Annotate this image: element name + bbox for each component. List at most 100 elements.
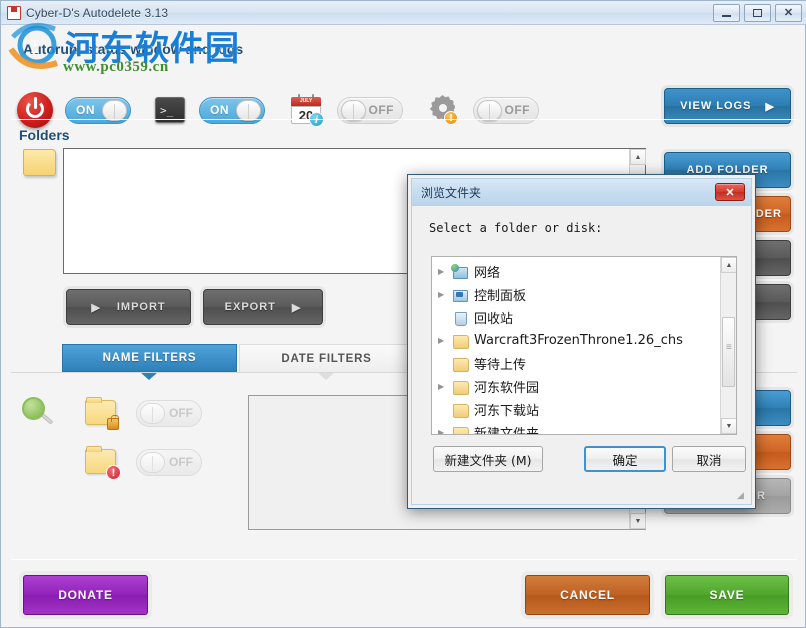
toggle-knob: [102, 100, 127, 121]
save-button[interactable]: SAVE: [665, 575, 789, 615]
dialog-title: 浏览文件夹: [421, 184, 481, 201]
folder-alert-icon: !: [85, 449, 116, 474]
gear-icon: !: [429, 95, 459, 125]
chevron-right-icon: ▶: [91, 301, 100, 314]
window-controls: ✕: [713, 4, 802, 22]
tree-item[interactable]: 回收站: [432, 306, 719, 329]
autorun-toggle-power-label: ON: [76, 103, 95, 117]
tree-item[interactable]: ▶ 网络: [432, 260, 719, 283]
scrollbar-thumb[interactable]: [722, 317, 735, 387]
divider-footer: [11, 559, 797, 560]
divider-autorun: [11, 119, 797, 120]
export-label: EXPORT: [225, 301, 276, 313]
chevron-right-icon[interactable]: ▶: [438, 428, 451, 435]
chevron-right-icon: ▶: [292, 301, 301, 314]
toggle-knob: [140, 452, 165, 473]
close-button[interactable]: ✕: [775, 4, 802, 22]
tree-item[interactable]: ▶ 控制面板: [432, 283, 719, 306]
dialog-ok-button[interactable]: 确定: [584, 446, 666, 472]
tab-name-filters[interactable]: NAME FILTERS: [62, 344, 237, 372]
scroll-down-icon[interactable]: ▼: [721, 418, 737, 434]
folder-icon: [451, 402, 469, 418]
autorun-toggle-schedule-label: OFF: [369, 103, 395, 117]
dialog-title-bar: 浏览文件夹 ✕: [412, 179, 751, 206]
folder-icon: [451, 333, 469, 349]
dialog-close-button[interactable]: ✕: [715, 183, 745, 201]
tab-date-filters-label: DATE FILTERS: [281, 353, 371, 365]
close-icon: ✕: [725, 186, 734, 199]
tree-item-label: Warcraft3FrozenThrone1.26_chs: [474, 333, 683, 348]
dialog-cancel-label: 取消: [696, 450, 721, 469]
autorun-section: Autorun, status window and logs ON >_: [1, 25, 806, 122]
save-disk-icon: [6, 5, 22, 21]
export-button[interactable]: EXPORT ▶: [203, 289, 323, 325]
chevron-right-icon[interactable]: ▶: [438, 267, 451, 276]
tab-date-filters[interactable]: DATE FILTERS: [239, 344, 414, 372]
folder-tree-rows: ▶ 网络 ▶ 控制面板 回收站: [432, 260, 719, 435]
scroll-down-icon[interactable]: ▼: [630, 513, 646, 529]
folder-icon: [23, 149, 56, 176]
control-panel-icon: [451, 287, 469, 303]
toggle-knob: [477, 100, 502, 121]
chevron-right-icon[interactable]: ▶: [438, 290, 451, 299]
scroll-up-icon[interactable]: ▲: [630, 149, 646, 165]
filter-exclude-toggle[interactable]: OFF: [136, 449, 202, 476]
magnifier-icon: [21, 397, 55, 429]
resize-grip-icon[interactable]: ◢: [737, 491, 747, 501]
tree-item-label: 新建文件夹: [474, 423, 539, 435]
tree-item[interactable]: 河东下载站: [432, 398, 719, 421]
tab-name-filters-caret: [140, 372, 158, 380]
tree-item-label: 河东软件园: [474, 377, 539, 396]
dialog-frame: 浏览文件夹 ✕ Select a folder or disk: ▶ 网络: [411, 178, 752, 505]
folder-tree[interactable]: ▶ 网络 ▶ 控制面板 回收站: [431, 256, 737, 435]
folder-lock-icon: [85, 400, 116, 425]
dialog-cancel-button[interactable]: 取消: [672, 446, 746, 472]
new-folder-button[interactable]: 新建文件夹 (M): [433, 446, 543, 472]
dialog-ok-label: 确定: [612, 450, 637, 469]
autorun-item-settings: ! OFF: [403, 95, 539, 125]
save-label: SAVE: [710, 588, 745, 602]
tree-item[interactable]: 等待上传: [432, 352, 719, 375]
tab-date-filters-caret: [317, 372, 335, 380]
network-icon: [451, 264, 469, 280]
chevron-right-icon: ▶: [765, 100, 774, 113]
scroll-up-icon[interactable]: ▲: [721, 257, 737, 273]
folders-section-title: Folders: [19, 127, 70, 143]
filter-exclude-toggle-label: OFF: [169, 455, 193, 469]
tree-item-label: 河东下载站: [474, 400, 539, 419]
tree-item[interactable]: ▶ 河东软件园: [432, 375, 719, 398]
tree-item-label: 回收站: [474, 308, 513, 327]
filter-include-toggle[interactable]: OFF: [136, 400, 202, 427]
calendar-month: JULY: [291, 97, 321, 106]
window-title: Cyber-D's Autodelete 3.13: [26, 6, 168, 20]
view-logs-label: VIEW LOGS: [680, 100, 751, 112]
tree-item[interactable]: ▶ 新建文件夹: [432, 421, 719, 435]
folder-icon: [451, 379, 469, 395]
dialog-prompt: Select a folder or disk:: [429, 221, 602, 235]
autorun-toggle-console-label: ON: [210, 103, 229, 117]
chevron-right-icon[interactable]: ▶: [438, 336, 451, 345]
new-folder-label: 新建文件夹 (M): [444, 450, 531, 469]
autorun-section-title: Autorun, status window and logs: [23, 41, 243, 57]
donate-button[interactable]: DONATE: [23, 575, 148, 615]
title-bar: Cyber-D's Autodelete 3.13 ✕: [1, 1, 806, 25]
tree-item-label: 网络: [474, 262, 500, 281]
donate-label: DONATE: [58, 588, 113, 602]
toggle-knob: [236, 100, 261, 121]
import-label: IMPORT: [117, 301, 166, 313]
tree-item[interactable]: ▶ Warcraft3FrozenThrone1.26_chs: [432, 329, 719, 352]
cancel-button[interactable]: CANCEL: [525, 575, 650, 615]
footer-bar: DONATE CANCEL SAVE: [1, 562, 806, 628]
import-button[interactable]: ▶ IMPORT: [66, 289, 191, 325]
folder-tree-scrollbar[interactable]: ▲ ▼: [720, 257, 736, 434]
chevron-right-icon[interactable]: ▶: [438, 382, 451, 391]
application-window: Cyber-D's Autodelete 3.13 ✕ 1 河东软件园 www.…: [0, 0, 806, 628]
folder-icon: [451, 356, 469, 372]
maximize-button[interactable]: [744, 4, 771, 22]
tree-item-label: 控制面板: [474, 285, 526, 304]
browse-folder-dialog: 浏览文件夹 ✕ Select a folder or disk: ▶ 网络: [407, 174, 756, 509]
folder-icon: [451, 425, 469, 436]
minimize-button[interactable]: [713, 4, 740, 22]
toggle-knob: [140, 403, 165, 424]
tab-name-filters-label: NAME FILTERS: [103, 352, 197, 364]
